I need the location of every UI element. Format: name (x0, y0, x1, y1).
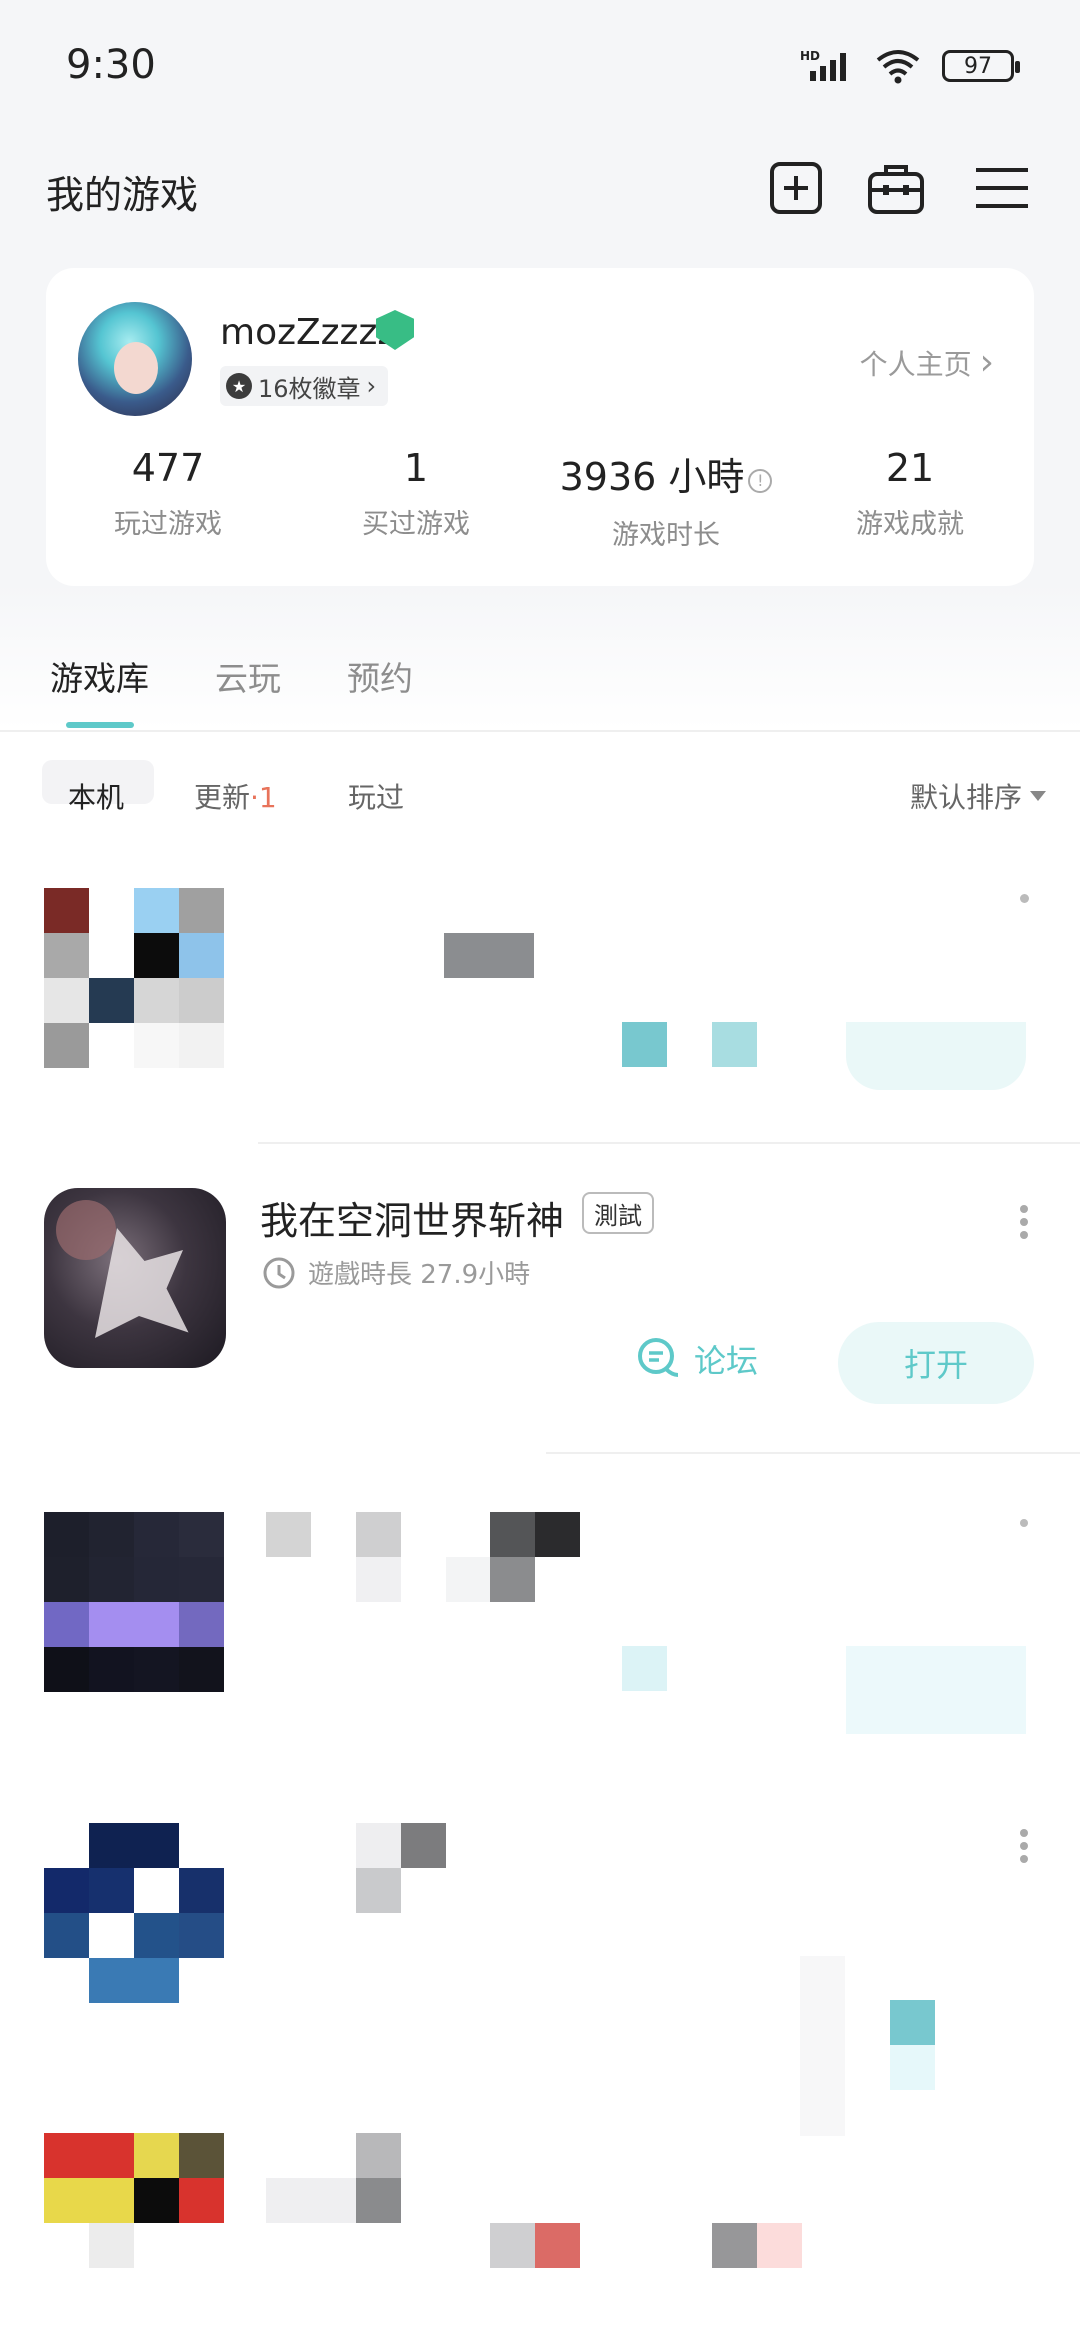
library-tabs: 游戏库 云玩 预约 (50, 652, 413, 700)
tab-cloud-play[interactable]: 云玩 (215, 652, 281, 700)
stat-value: 3936 小時 (559, 455, 745, 499)
pixelated-block (356, 1512, 401, 1557)
pixelated-block (356, 2133, 401, 2178)
game-icon[interactable] (44, 1188, 226, 1368)
stat-value: 1 (403, 446, 429, 490)
stat-label: 买过游戏 (362, 509, 470, 540)
more-icon[interactable] (1014, 1204, 1034, 1240)
stat-games-bought[interactable]: 1 买过游戏 (316, 446, 516, 541)
pixelated-block (712, 2223, 757, 2268)
wifi-icon (876, 50, 920, 84)
pixelated-block (535, 1512, 580, 1557)
pixelated-block (800, 1956, 845, 2136)
sort-dropdown[interactable]: 默认排序 (910, 776, 1046, 816)
tab-library[interactable]: 游戏库 (50, 652, 149, 700)
info-icon[interactable]: ! (748, 469, 773, 493)
game-title[interactable]: 我在空洞世界斩神 (260, 1190, 564, 1245)
filter-update-separator: · (250, 781, 259, 814)
pixelated-block (622, 1646, 667, 1691)
pixelated-block (622, 1022, 667, 1067)
status-time: 9:30 (66, 42, 156, 88)
pixelated-block (356, 1557, 401, 1602)
homepage-label: 个人主页 (859, 347, 972, 381)
game-icon-pixelated[interactable] (44, 1823, 224, 2003)
filter-update-label: 更新 (194, 781, 251, 814)
game-icon-pixelated[interactable] (44, 888, 224, 1068)
medals-label: 16枚徽章 (258, 374, 361, 403)
pixelated-block (890, 2045, 935, 2090)
pixelated-block (356, 2178, 401, 2223)
chevron-right-icon: › (366, 372, 377, 400)
pixelated-button[interactable] (846, 1022, 1026, 1090)
clock-icon (263, 1257, 295, 1288)
medals-chip[interactable]: ★ 16枚徽章 › (220, 366, 389, 406)
pixelated-block (490, 2223, 535, 2268)
medal-icon: ★ (226, 373, 252, 399)
username: mozZzzzz (220, 312, 397, 353)
open-button[interactable]: 打开 (838, 1322, 1034, 1404)
page-title: 我的游戏 (46, 173, 199, 217)
playtime: 遊戲時長 27.9小時 (262, 1254, 530, 1291)
more-icon[interactable] (1014, 1828, 1034, 1864)
forum-label: 论坛 (694, 1342, 759, 1380)
divider (546, 1452, 1080, 1454)
pixelated-block (266, 1512, 311, 1557)
test-badge: 測試 (582, 1192, 654, 1234)
game-icon-pixelated[interactable] (44, 2133, 224, 2268)
network-label: HD (800, 49, 820, 63)
sort-label: 默认排序 (909, 781, 1022, 814)
filter-local[interactable]: 本机 (68, 776, 124, 816)
pixelated-block (490, 1557, 535, 1602)
update-count: 1 (258, 781, 277, 814)
toolbox-icon[interactable] (866, 158, 926, 218)
stat-label: 游戏成就 (856, 509, 964, 540)
filter-played[interactable]: 玩过 (348, 776, 404, 816)
tab-reservations[interactable]: 预约 (347, 652, 413, 700)
stat-value: 477 (131, 446, 205, 490)
homepage-link[interactable]: 个人主页 › (860, 342, 994, 383)
pixelated-block (757, 2223, 802, 2268)
forum-button[interactable]: 论坛 (636, 1336, 758, 1382)
stat-value: 21 (885, 446, 935, 490)
pixelated-block (490, 1512, 535, 1557)
pixelated-button[interactable] (846, 1646, 1026, 1734)
stat-label: 玩过游戏 (114, 509, 222, 540)
status-bar: 9:30 HD 97 (0, 0, 1080, 140)
profile-card: mozZzzzz ★ 16枚徽章 › 个人主页 › 477 玩过游戏 1 买过游… (46, 268, 1034, 586)
pixelated-block (535, 2223, 580, 2268)
add-icon[interactable] (766, 158, 826, 218)
game-icon-pixelated[interactable] (44, 1512, 224, 1692)
pixelated-block (401, 1823, 446, 1868)
pixelated-block (712, 1022, 757, 1067)
playtime-label: 遊戲時長 27.9小時 (308, 1260, 531, 1290)
stat-label: 游戏时长 (612, 520, 720, 551)
divider (258, 1142, 1080, 1144)
pixelated-block (446, 1557, 491, 1602)
more-icon[interactable] (1014, 1518, 1034, 1542)
stat-games-played[interactable]: 477 玩过游戏 (68, 446, 268, 541)
caret-down-icon (1030, 791, 1046, 801)
more-icon[interactable] (1014, 894, 1034, 903)
signal-icon: HD (800, 49, 846, 81)
tab-indicator (66, 722, 134, 728)
stat-playtime[interactable]: 3936 小時! 游戏时长 (546, 446, 786, 552)
avatar[interactable] (78, 302, 192, 416)
pixelated-block (356, 1868, 401, 1913)
chevron-right-icon: › (979, 342, 994, 383)
divider (0, 730, 1080, 732)
stat-achievements[interactable]: 21 游戏成就 (810, 446, 1010, 541)
pixelated-block (356, 1823, 401, 1868)
pixelated-block (890, 2000, 935, 2045)
forum-icon (638, 1338, 679, 1377)
menu-icon[interactable] (972, 158, 1032, 218)
pixelated-block (444, 933, 534, 978)
filter-update[interactable]: 更新·1 (194, 776, 277, 816)
status-icons: HD 97 (800, 48, 1020, 84)
pixelated-block (266, 2178, 356, 2223)
battery-indicator: 97 (942, 50, 1020, 82)
